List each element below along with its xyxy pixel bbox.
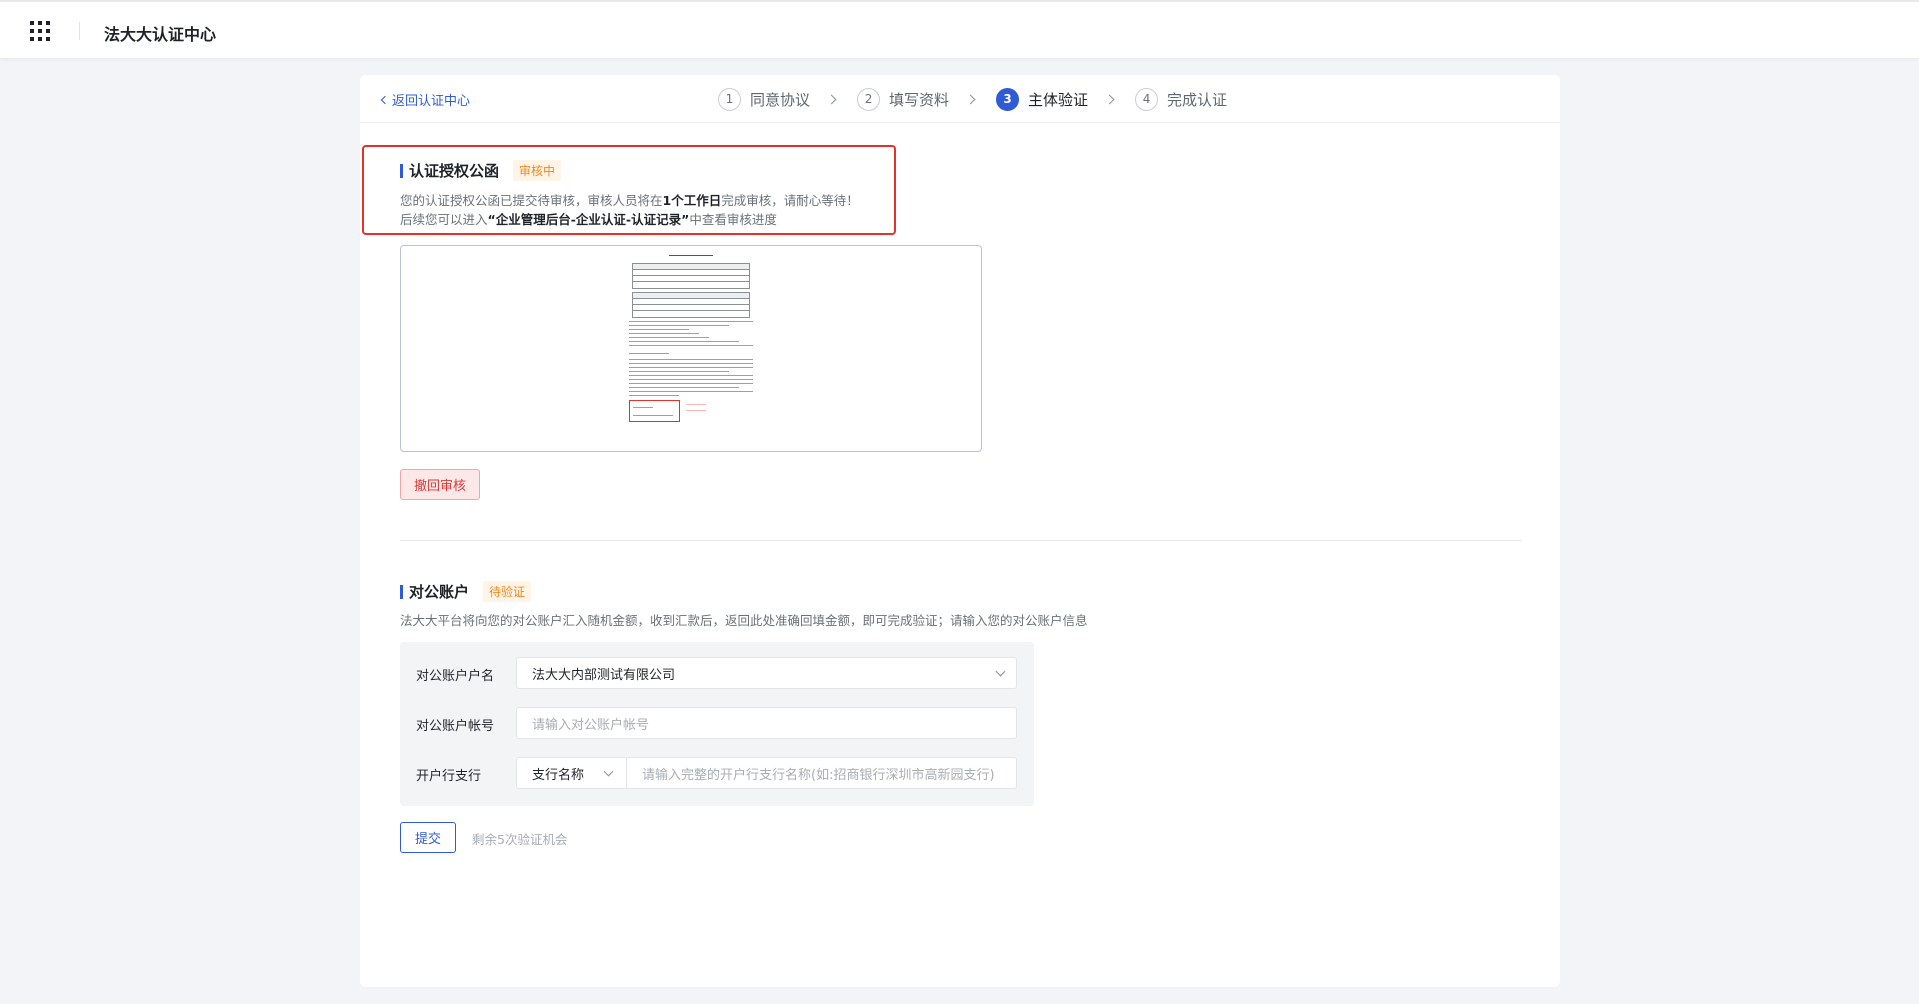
chevron-right-icon — [965, 94, 976, 104]
step-verify: 3 主体验证 — [996, 87, 1089, 111]
signature-area — [629, 400, 680, 422]
remaining-attempts-text: 剩余5次验证机会 — [472, 832, 568, 847]
step-complete: 4 完成认证 — [1135, 87, 1228, 111]
step-agree: 1 同意协议 — [718, 87, 811, 111]
chevron-right-icon — [1104, 94, 1115, 104]
account-number-label: 对公账户帐号 — [416, 719, 495, 734]
chevron-down-icon — [603, 766, 614, 777]
bank-account-desc: 法大大平台将向您的对公账户汇入随机金额，收到汇款后，返回此处准确回填金额，即可完… — [400, 613, 1088, 628]
branch-label: 开户行支行 — [416, 769, 482, 784]
branch-name-placeholder: 请输入完整的开户行支行名称(如:招商银行深圳市高新园支行) — [642, 767, 995, 783]
status-badge: 待验证 — [483, 581, 532, 602]
signature-note: ———— ———— — [686, 402, 706, 414]
account-name-value: 法大大内部测试有限公司 — [532, 667, 676, 683]
chevron-down-icon — [995, 666, 1006, 677]
back-to-center-link[interactable]: 返回认证中心 — [380, 90, 471, 109]
branch-type-select[interactable]: 支行名称 — [516, 757, 626, 789]
auth-letter-desc: 您的认证授权公函已提交待审核，审核人员将在1个工作日完成审核，请耐心等待！ 后续… — [400, 191, 859, 229]
desc-highlight: 1个工作日 — [662, 193, 722, 208]
section-marker — [400, 584, 403, 599]
apps-grid-icon[interactable] — [30, 21, 50, 41]
desc-text: 您的认证授权公函已提交待审核，审核人员将在 — [400, 193, 663, 208]
header-divider — [79, 22, 80, 40]
desc-text: 后续您可以进入 — [400, 212, 488, 227]
desc-highlight: “企业管理后台-企业认证-认证记录” — [487, 212, 690, 227]
step-label: 完成认证 — [1167, 90, 1228, 109]
submit-button[interactable]: 提交 — [400, 822, 456, 853]
auth-letter-preview[interactable]: ———— ———— — [400, 245, 982, 452]
desc-text: 中查看审核进度 — [689, 212, 777, 227]
back-link-label: 返回认证中心 — [392, 94, 471, 109]
step-number: 1 — [718, 87, 741, 111]
step-label: 主体验证 — [1028, 90, 1089, 109]
desc-text: 完成审核，请耐心等待！ — [721, 193, 859, 208]
status-badge: 审核中 — [513, 160, 562, 181]
steps-bar: 返回认证中心 1 同意协议 2 填写资料 3 主体验证 4 完成认证 — [360, 75, 1560, 123]
step-fill-info: 2 填写资料 — [857, 87, 950, 111]
section-divider — [400, 540, 1522, 541]
step-label: 同意协议 — [750, 90, 811, 109]
step-number: 4 — [1135, 87, 1159, 111]
chevron-left-icon — [380, 95, 390, 104]
chevron-right-icon — [826, 94, 837, 104]
step-label: 填写资料 — [889, 90, 950, 109]
account-name-select[interactable]: 法大大内部测试有限公司 — [516, 657, 1017, 689]
account-number-placeholder: 请输入对公账户帐号 — [532, 717, 650, 733]
auth-letter-title: 认证授权公函 — [409, 162, 500, 180]
account-number-input[interactable]: 请输入对公账户帐号 — [516, 707, 1017, 739]
progress-steps: 1 同意协议 2 填写资料 3 主体验证 4 完成认证 — [718, 87, 1227, 111]
step-number: 3 — [996, 87, 1020, 111]
step-number: 2 — [857, 87, 881, 111]
revoke-review-button[interactable]: 撤回审核 — [400, 469, 480, 500]
app-title: 法大大认证中心 — [104, 25, 217, 44]
branch-type-value: 支行名称 — [532, 767, 585, 783]
top-bar: 法大大认证中心 — [0, 0, 1919, 58]
branch-name-input[interactable]: 请输入完整的开户行支行名称(如:招商银行深圳市高新园支行) — [626, 757, 1017, 789]
document-thumbnail: ———— ———— — [629, 253, 753, 446]
section-marker — [400, 163, 403, 178]
bank-account-title: 对公账户 — [409, 583, 470, 601]
bank-account-header: 对公账户 待验证 — [400, 581, 532, 602]
auth-letter-header: 认证授权公函 审核中 — [400, 160, 562, 181]
account-name-label: 对公账户户名 — [416, 669, 495, 684]
